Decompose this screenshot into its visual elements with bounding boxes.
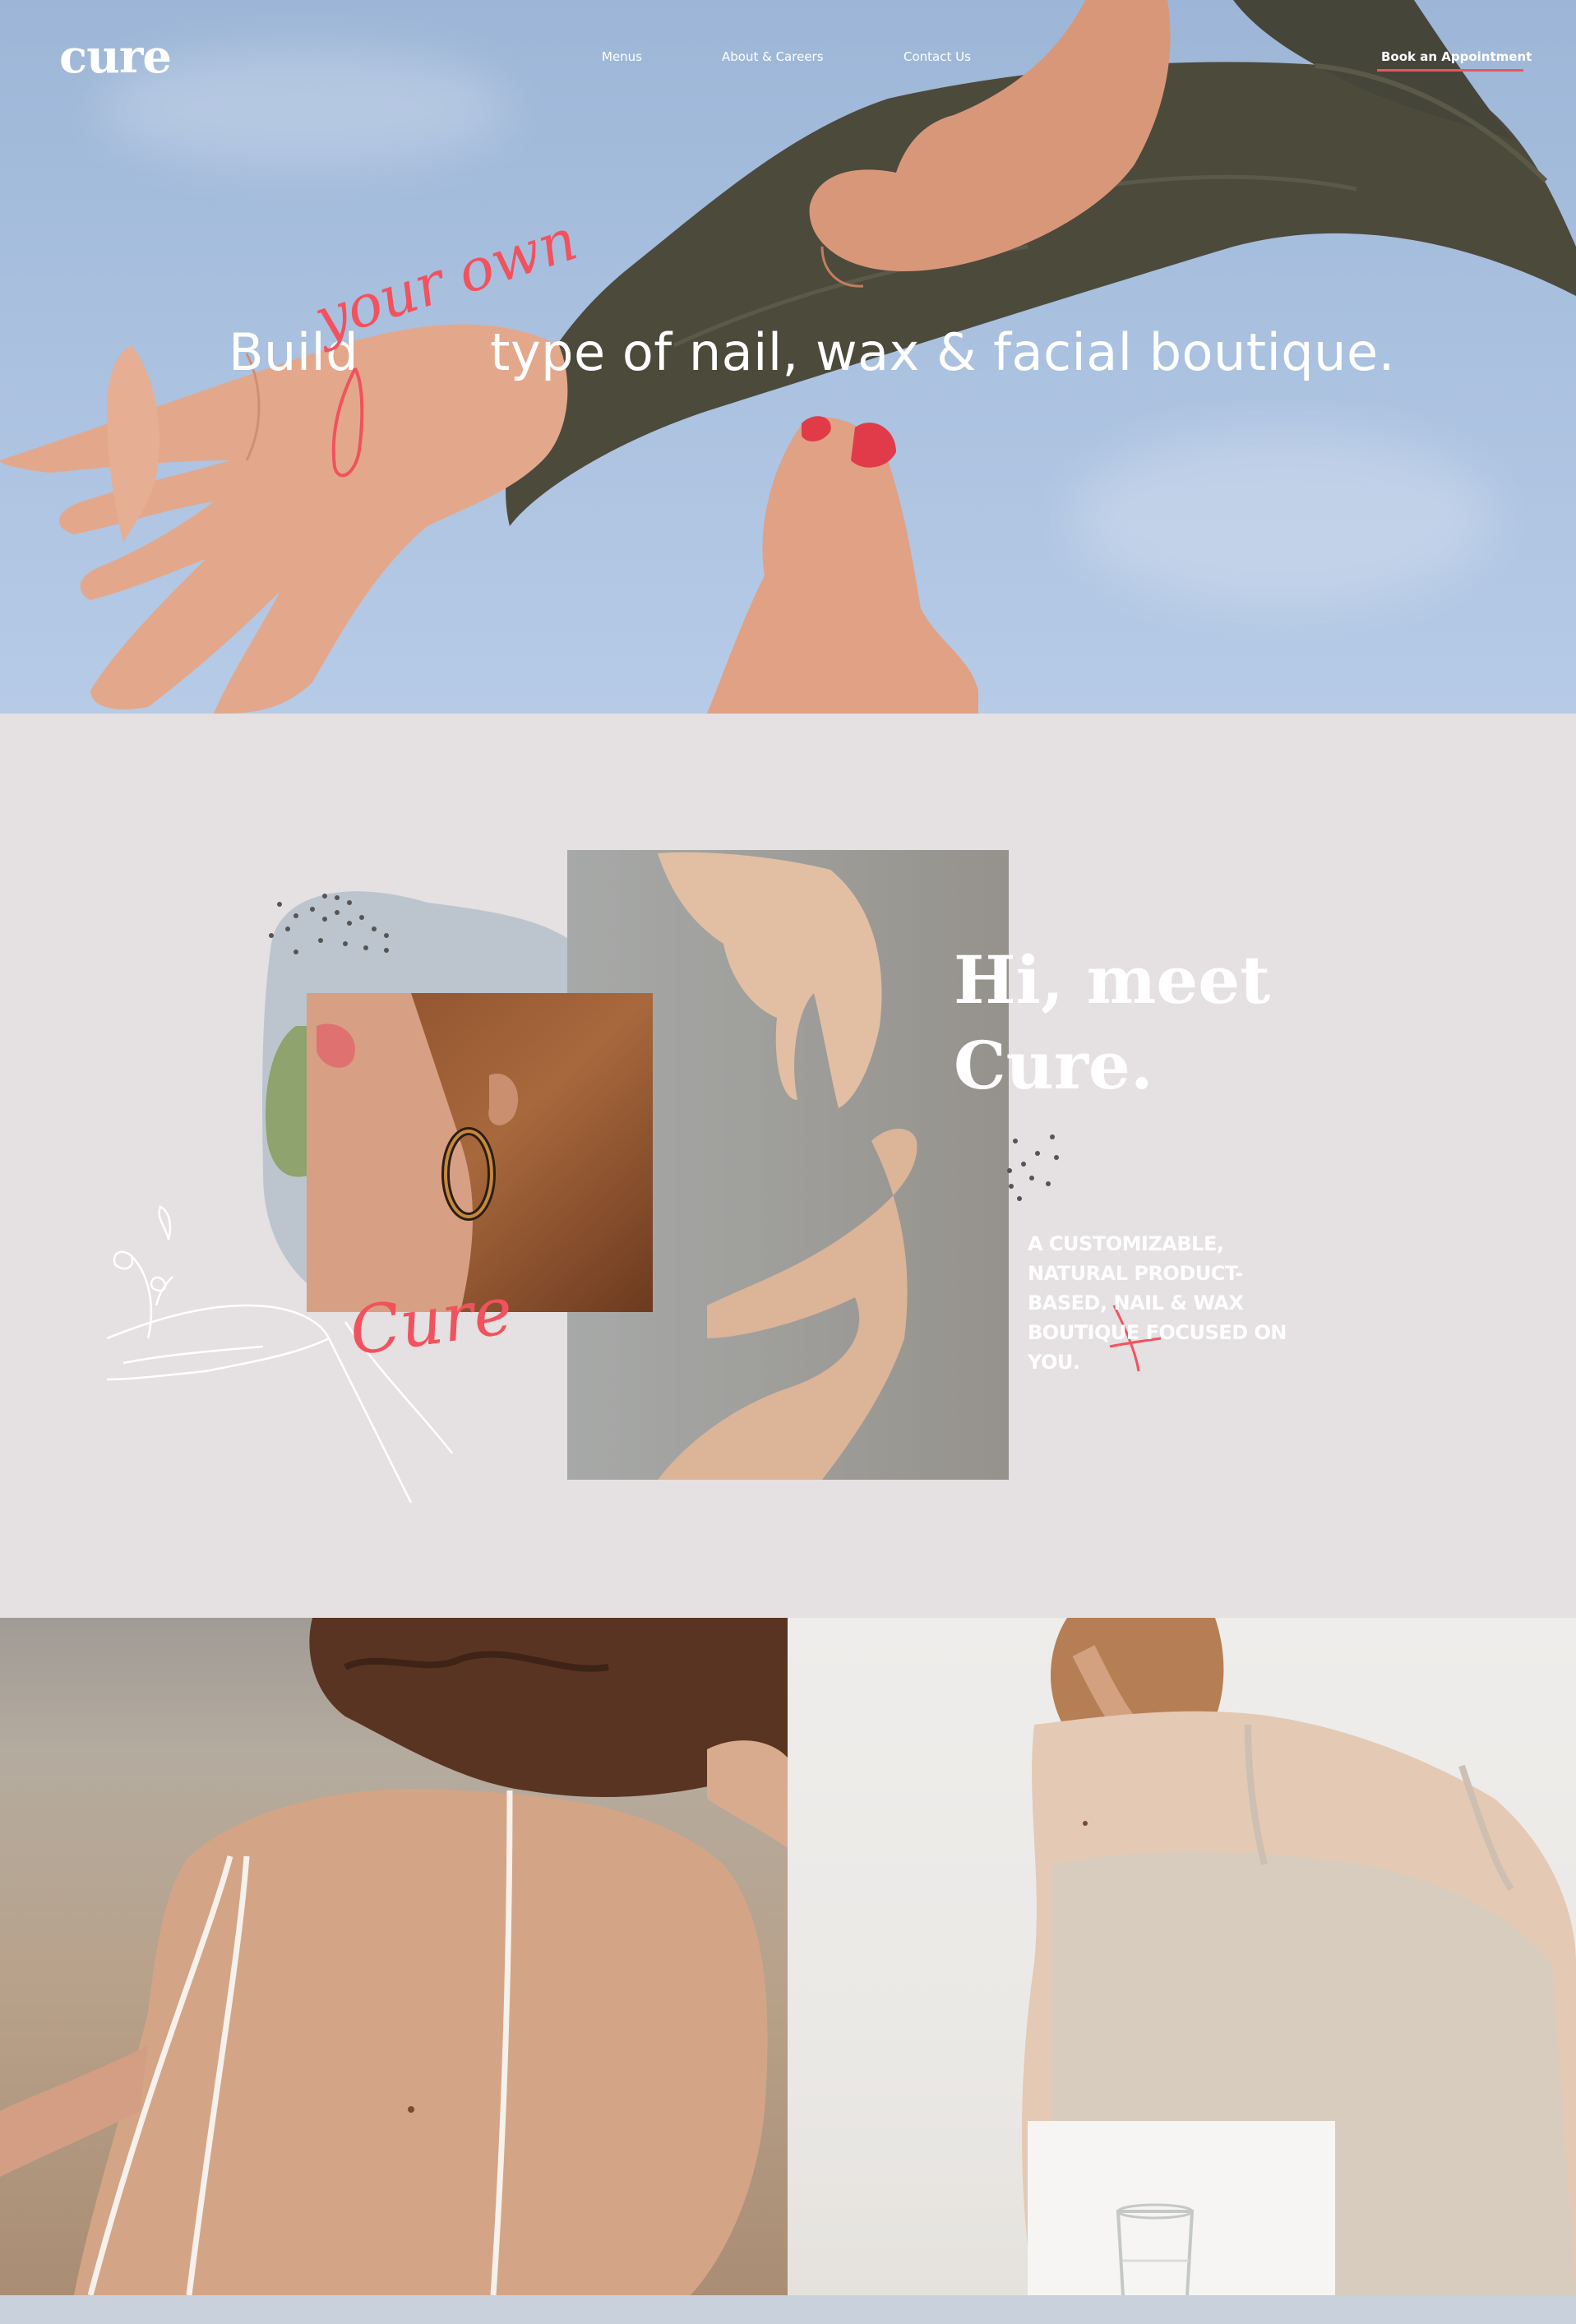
cure-logo[interactable]: cure [59,30,172,84]
book-appointment-link[interactable]: Book an Appointment [1381,49,1532,64]
hero-section: cure Menus About & Careers Contact Us Bo… [0,0,1576,714]
headline-end: type of nail, wax & facial boutique. [490,322,1395,382]
script-descender [331,367,364,478]
meet-collage: Cure [106,850,1162,1504]
bottom-strip [0,2295,1576,2324]
nav-about-careers[interactable]: About & Careers [722,49,824,64]
water-glass-icon [1116,2203,1195,2324]
book-link-underline [1377,69,1523,72]
nav-menus[interactable]: Menus [602,49,642,64]
meet-title-line2: Cure. [954,1027,1153,1104]
meet-title: Hi, meet Cure. [954,937,1270,1108]
nav-contact-us[interactable]: Contact Us [904,49,971,64]
meet-title-line1: Hi, meet [954,941,1271,1019]
hero-headline: Build type of nail, wax & facial boutique… [229,322,1395,382]
glass-product-card [1028,2121,1335,2324]
back-model-photo [0,1618,788,2295]
meet-subtitle: A CUSTOMIZABLE, NATURAL PRODUCT-BASED, N… [1028,1232,1287,1374]
